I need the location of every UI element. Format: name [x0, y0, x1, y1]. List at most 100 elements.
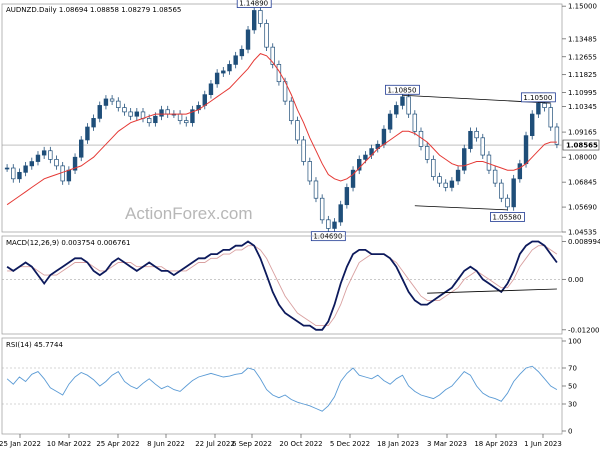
candle-body — [116, 100, 121, 108]
price-tick-label: 1.13485 — [568, 35, 597, 43]
candle-body — [23, 165, 28, 173]
candle-body — [338, 204, 343, 223]
candle-body — [394, 105, 399, 115]
candle-body — [301, 139, 306, 162]
price-tick-label: 1.10345 — [568, 103, 597, 111]
candle-body — [122, 107, 127, 113]
rsi-tick-label: 70 — [568, 365, 577, 373]
candle-body — [214, 72, 220, 85]
candle-body — [221, 70, 226, 74]
candle-body — [184, 120, 189, 124]
rsi-tick-label: 50 — [568, 383, 577, 391]
price-tick-label: 1.12655 — [568, 53, 597, 61]
price-flag-label: 1.14890 — [239, 0, 268, 8]
x-tick-label: 18 Jan 2023 — [377, 440, 419, 448]
macd-main-line — [6, 240, 558, 331]
price-marks — [4, 6, 560, 233]
price-panel-frame — [1, 3, 563, 233]
rsi-tick-label: 100 — [568, 338, 581, 346]
candle-body — [492, 169, 498, 184]
rsi-marks — [6, 365, 558, 412]
price-tick-label: 1.06845 — [568, 179, 597, 187]
candle-body — [499, 182, 504, 199]
candle-body — [128, 111, 133, 117]
price-tick-label: 1.11825 — [568, 71, 597, 79]
candle-body — [264, 23, 269, 48]
price-flag-label: 1.10500 — [523, 94, 552, 102]
candle-body — [511, 178, 516, 208]
x-tick-label: 18 Apr 2023 — [474, 440, 517, 448]
candle-body — [35, 154, 41, 162]
candle-body — [344, 187, 350, 206]
candle-body — [97, 105, 102, 119]
candle-body — [431, 159, 436, 177]
candle-body — [29, 161, 35, 167]
candle-body — [202, 94, 207, 106]
candle-body — [289, 100, 294, 121]
candle-body — [443, 182, 448, 188]
candle-body — [437, 176, 442, 184]
candle-body — [91, 118, 96, 128]
candle-body — [412, 113, 418, 132]
macd-axis: 0.008994 0.00 -0.012008 — [2, 238, 600, 334]
candle-body — [60, 165, 65, 182]
candle-body — [245, 29, 251, 50]
x-tick-label: 25 Apr 2022 — [96, 440, 139, 448]
x-tick-label: 20 Oct 2022 — [279, 440, 322, 448]
price-tick-label: 1.04535 — [568, 229, 597, 237]
candle-body — [165, 109, 170, 115]
candle-body — [258, 10, 263, 24]
price-flag-label: 1.10850 — [387, 86, 416, 94]
price-tick-label: 1.10995 — [568, 89, 597, 97]
macd-panel-frame — [1, 235, 563, 335]
candle-body — [66, 169, 72, 182]
candle-body — [406, 96, 411, 115]
rsi-axis: 100 70 50 30 0 — [2, 338, 581, 436]
lower-trendline — [414, 205, 508, 211]
candle-body — [529, 113, 535, 136]
candle-body — [159, 109, 164, 117]
candle-body — [17, 171, 22, 180]
candle-body — [474, 130, 479, 139]
candle-body — [134, 111, 140, 117]
candle-body — [85, 126, 90, 141]
candle-body — [233, 55, 238, 65]
candle-body — [54, 159, 59, 167]
macd-tick-label: 0.00 — [568, 276, 584, 284]
rsi-tick-label: 30 — [568, 401, 577, 409]
x-tick-label: 3 Mar 2023 — [427, 440, 467, 448]
rsi-panel: RSI(14) 45.7744 100 70 50 30 0 — [1, 337, 581, 436]
candle-body — [449, 180, 455, 188]
price-tick-label: 1.08000 — [568, 154, 597, 162]
price-flag-label: 1.05580 — [492, 213, 521, 221]
candle-body — [79, 139, 84, 158]
rsi-panel-frame — [1, 337, 563, 435]
macd-tick-label: -0.012008 — [568, 326, 600, 334]
rsi-line — [6, 365, 558, 412]
price-tick-label: 1.15000 — [568, 3, 597, 11]
x-tick-label: 25 Jan 2022 — [0, 440, 41, 448]
price-flag-label: 1.04690 — [313, 233, 342, 241]
candle-body — [387, 113, 393, 130]
candle-body — [480, 137, 485, 156]
x-tick-label: 10 Mar 2022 — [47, 440, 91, 448]
candle-body — [251, 10, 257, 31]
candle-body — [455, 169, 461, 182]
candle-body — [363, 154, 368, 160]
candle-body — [505, 197, 510, 208]
macd-signal-line — [7, 245, 558, 327]
x-tick-label: 8 Jun 2022 — [147, 440, 185, 448]
macd-panel: MACD(12,26,9) 0.003754 0.006761 0.008994… — [1, 235, 600, 335]
chart-header: AUDNZD.Daily 1.08694 1.08858 1.08279 1.0… — [6, 6, 181, 14]
x-tick-label: 1 Jun 2023 — [524, 440, 562, 448]
watermark: ActionForex.com — [125, 204, 253, 223]
candle-body — [208, 83, 214, 95]
x-tick-label: 6 Sep 2022 — [232, 440, 272, 448]
candle-body — [548, 107, 553, 128]
candle-body — [486, 154, 492, 171]
x-tick-label: 22 Jul 2022 — [195, 440, 235, 448]
last-price-label: 1.08565 — [566, 142, 598, 150]
macd-tick-label: 0.008994 — [568, 238, 600, 246]
candle-body — [227, 64, 232, 72]
candle-body — [319, 197, 325, 221]
